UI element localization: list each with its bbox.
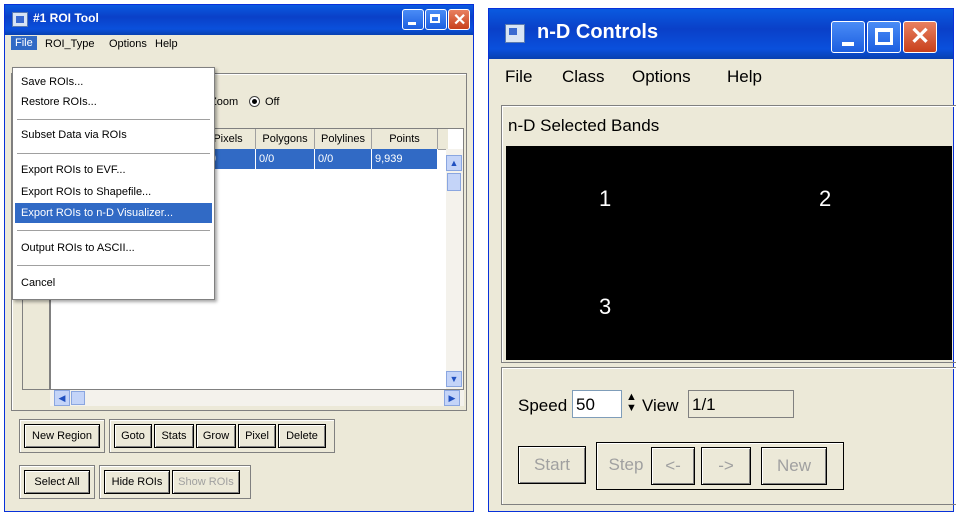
maximize-button[interactable] bbox=[425, 9, 447, 30]
region-button-group: New Region bbox=[19, 419, 105, 453]
delete-button[interactable]: Delete bbox=[278, 424, 326, 448]
view-field: 1/1 bbox=[688, 390, 794, 418]
selected-bands-label: n-D Selected Bands bbox=[508, 116, 660, 135]
bands-canvas[interactable]: 1 2 3 bbox=[506, 146, 952, 360]
maximize-button[interactable] bbox=[867, 21, 901, 53]
window-title: #1 ROI Tool bbox=[33, 11, 99, 25]
start-button[interactable]: Start bbox=[518, 446, 586, 484]
menu-item-export-evf[interactable]: Export ROIs to EVF... bbox=[15, 160, 212, 180]
speed-spinner-icon[interactable]: ▲ ▼ bbox=[626, 392, 640, 416]
nd-menubar: File Class Options Help bbox=[489, 59, 953, 101]
col-polylines[interactable]: Polylines bbox=[315, 129, 372, 149]
speed-input[interactable]: 50 bbox=[572, 390, 622, 418]
band-label[interactable]: 2 bbox=[819, 186, 831, 212]
maximize-icon bbox=[875, 28, 893, 45]
hscroll-thumb[interactable] bbox=[71, 391, 85, 405]
col-points[interactable]: Points bbox=[372, 129, 438, 149]
nd-controls-window: n-D Controls ✕ File Class Options Help n… bbox=[488, 8, 956, 512]
view-label: View bbox=[642, 396, 679, 415]
show-rois-button[interactable]: Show ROIs bbox=[172, 470, 240, 494]
menu-item-export-shapefile[interactable]: Export ROIs to Shapefile... bbox=[15, 182, 212, 202]
menu-roi-type[interactable]: ROI_Type bbox=[45, 38, 95, 50]
scroll-down-icon[interactable]: ▼ bbox=[446, 371, 462, 387]
menu-item-output-ascii[interactable]: Output ROIs to ASCII... bbox=[15, 238, 212, 258]
maximize-icon bbox=[430, 14, 440, 23]
file-dropdown-menu: Save ROIs... Restore ROIs... Subset Data… bbox=[12, 67, 215, 300]
menu-file[interactable]: File bbox=[505, 67, 532, 87]
app-icon bbox=[12, 12, 28, 27]
cell-polygons: 0/0 bbox=[256, 149, 315, 169]
col-polygons[interactable]: Polygons bbox=[256, 129, 315, 149]
scroll-right-icon[interactable]: ▶ bbox=[444, 390, 460, 406]
menu-separator bbox=[17, 265, 210, 266]
hide-rois-button[interactable]: Hide ROIs bbox=[104, 470, 170, 494]
horizontal-scrollbar[interactable]: ◀ ▶ bbox=[50, 390, 464, 406]
band-label[interactable]: 3 bbox=[599, 294, 611, 320]
close-icon: ✕ bbox=[910, 23, 931, 50]
vertical-scrollbar[interactable]: ▲ ▼ bbox=[446, 149, 463, 389]
menu-item-export-nd-visualizer[interactable]: Export ROIs to n-D Visualizer... bbox=[15, 203, 212, 223]
menu-options[interactable]: Options bbox=[632, 67, 691, 87]
close-button[interactable]: ✕ bbox=[903, 21, 937, 53]
prev-button[interactable]: <- bbox=[651, 447, 695, 485]
stats-button[interactable]: Stats bbox=[154, 424, 194, 448]
pixel-button[interactable]: Pixel bbox=[238, 424, 276, 448]
goto-button[interactable]: Goto bbox=[114, 424, 152, 448]
step-button[interactable]: Step bbox=[603, 447, 649, 485]
menu-separator bbox=[17, 230, 210, 231]
new-region-button[interactable]: New Region bbox=[24, 424, 100, 448]
cell-polylines: 0/0 bbox=[315, 149, 372, 169]
scroll-up-icon[interactable]: ▲ bbox=[446, 155, 462, 171]
menu-separator bbox=[17, 153, 210, 154]
cell-points: 9,939 bbox=[372, 149, 438, 169]
menu-item-restore-rois[interactable]: Restore ROIs... bbox=[15, 92, 212, 112]
select-all-button[interactable]: Select All bbox=[24, 470, 90, 494]
menu-help[interactable]: Help bbox=[727, 67, 762, 87]
select-button-group: Select All bbox=[19, 465, 95, 499]
grow-button[interactable]: Grow bbox=[196, 424, 236, 448]
new-button[interactable]: New bbox=[761, 447, 827, 485]
menu-item-cancel[interactable]: Cancel bbox=[15, 273, 212, 293]
next-button[interactable]: -> bbox=[701, 447, 751, 485]
close-icon: ✕ bbox=[453, 12, 467, 29]
animation-controls-frame: Speed 50 ▲ ▼ View 1/1 Start Step <- -> Ne… bbox=[501, 367, 956, 505]
roi-tool-titlebar[interactable]: #1 ROI Tool ✕ bbox=[5, 5, 473, 35]
selected-bands-frame: n-D Selected Bands 1 2 3 bbox=[501, 105, 956, 363]
band-label[interactable]: 1 bbox=[599, 186, 611, 212]
nd-titlebar[interactable]: n-D Controls ✕ bbox=[489, 9, 953, 59]
scroll-thumb[interactable] bbox=[447, 173, 461, 191]
minimize-button[interactable] bbox=[402, 9, 424, 30]
menu-options[interactable]: Options bbox=[109, 38, 147, 50]
menu-item-save-rois[interactable]: Save ROIs... bbox=[15, 72, 212, 92]
menu-item-subset-data[interactable]: Subset Data via ROIs bbox=[15, 125, 212, 145]
minimize-icon bbox=[408, 22, 416, 25]
minimize-button[interactable] bbox=[831, 21, 865, 53]
visibility-button-group: Hide ROIs Show ROIs bbox=[99, 465, 251, 499]
step-button-group: Step <- -> New bbox=[596, 442, 844, 490]
off-label: Off bbox=[265, 96, 280, 108]
radio-dot-icon bbox=[252, 99, 257, 104]
roi-menubar: File ROI_Type Options Help bbox=[5, 35, 473, 57]
menu-class[interactable]: Class bbox=[562, 67, 605, 87]
menu-help[interactable]: Help bbox=[155, 38, 178, 50]
menu-separator bbox=[17, 119, 210, 120]
speed-label: Speed bbox=[518, 396, 568, 415]
minimize-icon bbox=[842, 42, 854, 46]
off-radio[interactable] bbox=[249, 96, 260, 107]
scroll-left-icon[interactable]: ◀ bbox=[54, 390, 70, 406]
action-button-group: Goto Stats Grow Pixel Delete bbox=[109, 419, 335, 453]
window-title: n-D Controls bbox=[537, 21, 659, 43]
menu-file[interactable]: File bbox=[11, 36, 37, 50]
close-button[interactable]: ✕ bbox=[448, 9, 470, 30]
app-icon bbox=[505, 24, 525, 43]
